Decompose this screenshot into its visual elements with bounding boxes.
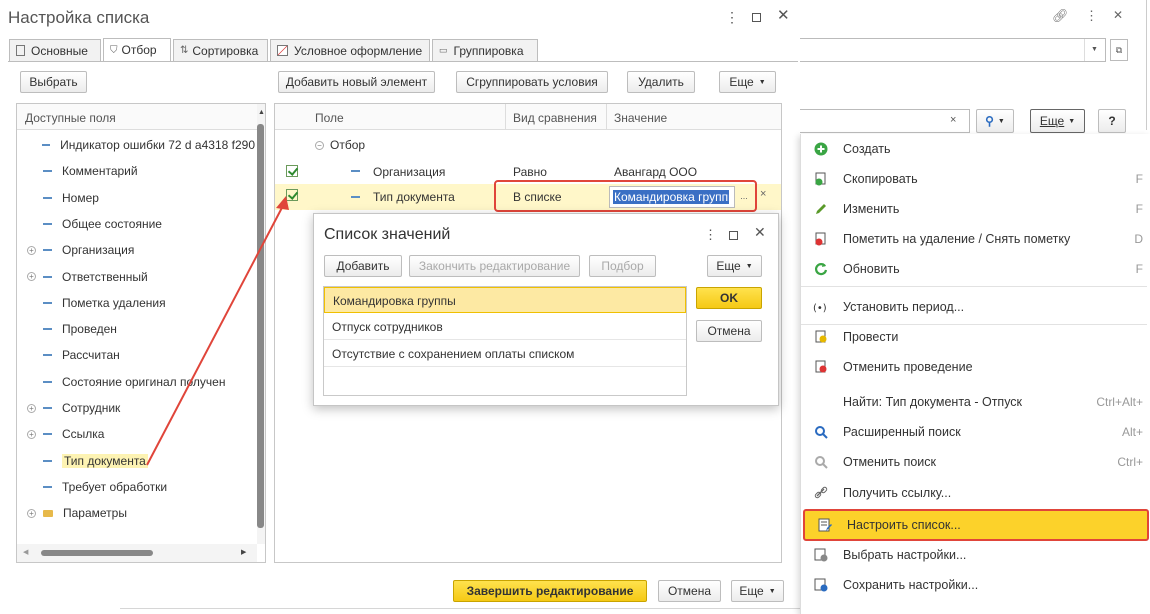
menu-item-shortcut: F — [1135, 202, 1143, 216]
menu-item-label: Настроить список... — [847, 518, 961, 532]
list-item[interactable]: Отпуск сотрудников — [324, 314, 686, 340]
top-input[interactable]: ▼ — [800, 38, 1106, 62]
menu-item-label: Пометить на удаление / Снять пометку — [843, 232, 1071, 246]
refresh-icon — [811, 262, 831, 276]
menu-item[interactable]: Сохранить настройки... — [801, 570, 1147, 600]
menu-item-label: Выбрать настройки... — [843, 548, 967, 562]
actions-menu: Создать Скопировать F Изменить F Пометить на … — [800, 134, 1150, 614]
dialog-cancel-button[interactable]: Отмена — [696, 320, 762, 342]
menu-item-label: Отменить поиск — [843, 455, 937, 469]
menu-item-shortcut: Ctrl+ — [1117, 455, 1143, 469]
menu-item-shortcut: Ctrl+Alt+ — [1096, 395, 1143, 409]
menu-item-shortcut: Alt+ — [1121, 425, 1143, 439]
chevron-down-icon: ▼ — [745, 262, 753, 270]
list-item-label: Командировка группы — [333, 294, 456, 308]
list-item[interactable]: Отсутствие с сохранением оплаты списком — [324, 341, 686, 367]
menu-item[interactable]: Выбрать настройки... — [801, 540, 1147, 570]
list-item-label: Отпуск сотрудников — [332, 320, 443, 334]
menu-item-shortcut: F — [1135, 172, 1143, 186]
menu-item-label: Расширенный поиск — [843, 425, 961, 439]
menu-item[interactable]: Провести — [801, 322, 1147, 352]
menu-item[interactable]: Пометить на удаление / Снять пометку D — [801, 224, 1147, 254]
menu-item[interactable]: Изменить F — [801, 194, 1147, 224]
dialog-maximize-icon[interactable] — [729, 231, 738, 240]
menu-item-shortcut: D — [1134, 232, 1143, 246]
right-border — [1146, 0, 1147, 130]
link-icon[interactable]: 🔗︎ — [1052, 8, 1069, 24]
copy-icon — [811, 172, 831, 186]
menu-item[interactable]: Отменить поиск Ctrl+ — [801, 447, 1147, 477]
cancel-button[interactable]: Отмена — [658, 580, 721, 602]
menu-item-label: Установить период... — [843, 300, 965, 314]
menu-separator — [801, 286, 1147, 287]
menu-item-label: Скопировать — [843, 172, 918, 186]
chevron-down-icon: ▼ — [997, 117, 1005, 125]
value-list-dialog: Список значений ⋮ ✕ Добавить Закончить р… — [313, 213, 779, 406]
search-icon: ⚲ — [985, 114, 994, 128]
arrow-head — [276, 196, 289, 210]
menu-item[interactable]: Получить ссылку... — [801, 478, 1147, 508]
menu-item[interactable]: Скопировать F — [801, 164, 1147, 194]
menu-item[interactable]: Найти: Тип документа - Отпуск Ctrl+Alt+ — [801, 387, 1147, 417]
more-vert-icon[interactable]: ⋮ — [1085, 8, 1098, 24]
clear-search-icon[interactable]: × — [950, 114, 956, 126]
finish-editing-button[interactable]: Завершить редактирование — [453, 580, 647, 602]
pick-button[interactable]: Подбор — [589, 255, 656, 277]
dialog-close-icon[interactable]: ✕ — [754, 224, 766, 241]
menu-item[interactable]: Создать — [801, 134, 1147, 164]
dialog-more-label: Еще — [716, 259, 741, 273]
period-icon: (•) — [811, 301, 831, 313]
menu-item-label: Обновить — [843, 262, 900, 276]
menu-item[interactable]: (•) Установить период... — [801, 292, 1147, 322]
choose-settings-icon — [811, 548, 831, 562]
delete-mark-icon — [811, 232, 831, 246]
settings-window: Настройка списка ⋮ ✕ Основные ⛉ Отбор ⇅ … — [0, 0, 800, 614]
menu-item-label: Получить ссылку... — [843, 486, 952, 500]
dialog-more-button[interactable]: Еще ▼ — [707, 255, 762, 277]
finish-edit-button[interactable]: Закончить редактирование — [409, 255, 580, 277]
chevron-down-icon: ▼ — [1068, 117, 1076, 125]
footer-more-button[interactable]: Еще ▼ — [731, 580, 784, 602]
menu-more-button[interactable]: Еще ▼ — [1030, 109, 1085, 133]
open-window-icon[interactable]: ⧉ — [1110, 39, 1128, 61]
cancel-search-icon — [811, 455, 831, 469]
menu-item[interactable]: Настроить список... — [803, 509, 1149, 541]
dialog-title: Список значений — [324, 226, 451, 243]
post-icon — [811, 330, 831, 344]
menu-item-label: Отменить проведение — [843, 360, 973, 374]
pencil-icon — [811, 202, 831, 216]
menu-item[interactable]: Обновить F — [801, 254, 1147, 284]
list-settings-icon — [815, 518, 835, 532]
search-button[interactable]: ⚲ ▼ — [976, 109, 1014, 133]
unpost-icon — [811, 360, 831, 374]
plus-circle-icon — [811, 142, 831, 156]
help-button[interactable]: ? — [1098, 109, 1126, 133]
bottom-divider — [120, 608, 800, 609]
search-input[interactable]: × — [800, 109, 970, 133]
dialog-more-icon[interactable]: ⋮ — [704, 227, 717, 243]
values-list: Командировка группы Отпуск сотрудников О… — [323, 286, 687, 396]
chevron-down-icon: ▼ — [768, 587, 776, 595]
menu-item-label: Провести — [843, 330, 899, 344]
search-icon — [811, 425, 831, 439]
list-item-label: Отсутствие с сохранением оплаты списком — [332, 347, 575, 361]
ok-button[interactable]: OK — [696, 287, 762, 309]
link-icon — [811, 486, 831, 500]
menu-item-label: Сохранить настройки... — [843, 578, 979, 592]
list-item-selected[interactable]: Командировка группы — [324, 287, 686, 313]
dialog-add-button[interactable]: Добавить — [324, 255, 402, 277]
svg-text:(•): (•) — [813, 303, 827, 313]
footer-more-label: Еще — [739, 584, 764, 598]
arrow-line — [146, 199, 287, 466]
menu-more-label: Еще — [1039, 114, 1065, 128]
menu-item-label: Изменить — [843, 202, 900, 216]
dropdown-arrow-icon[interactable]: ▼ — [1084, 39, 1104, 61]
menu-item[interactable]: Расширенный поиск Alt+ — [801, 417, 1147, 447]
menu-item-shortcut: F — [1135, 262, 1143, 276]
menu-item-label: Создать — [843, 142, 891, 156]
menu-item-label: Найти: Тип документа - Отпуск — [843, 395, 1023, 409]
menu-item[interactable]: Отменить проведение — [801, 352, 1147, 382]
close-icon[interactable]: ✕ — [1113, 8, 1123, 22]
save-settings-icon — [811, 578, 831, 592]
